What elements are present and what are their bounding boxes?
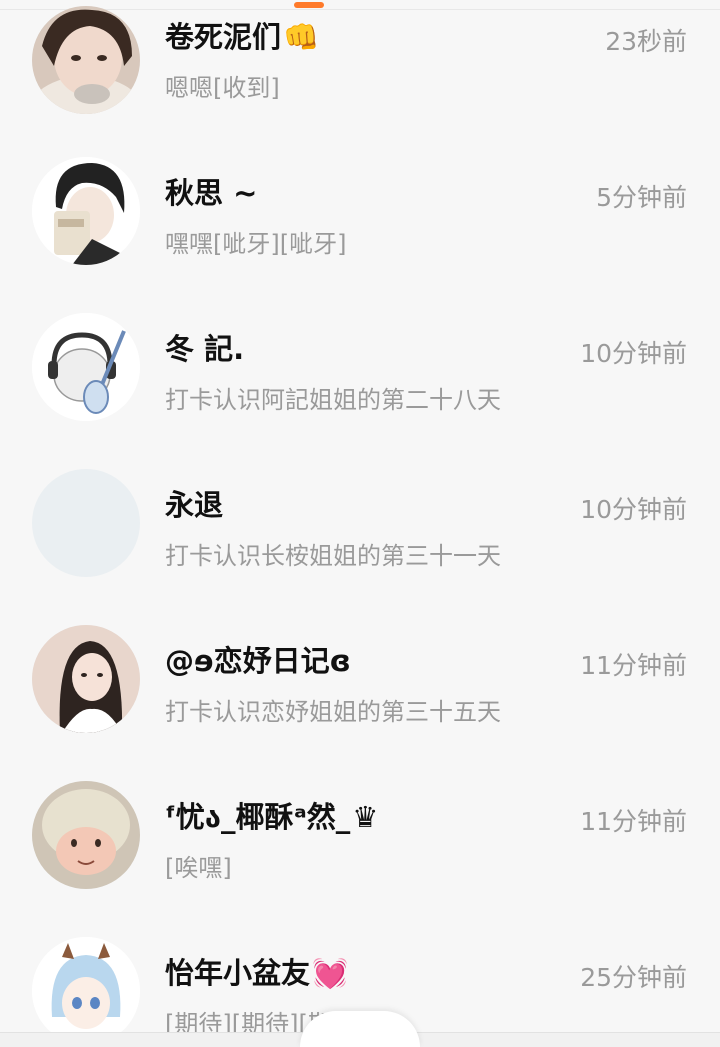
- contact-name: 永退: [165, 488, 224, 522]
- message-list-screen: 卷死泥们👊 23秒前 嗯嗯[收到] 秋思 ~ 5分钟前 嘿嘿[呲牙][呲牙] 冬…: [0, 0, 720, 1047]
- contact-name: 怡年小盆友💓: [165, 956, 349, 990]
- photo-girl-avatar[interactable]: [32, 6, 140, 114]
- message-preview: [唉嘿]: [165, 854, 232, 882]
- message-time: 11分钟前: [580, 807, 687, 836]
- fist-emoji-icon: 👊: [283, 20, 320, 54]
- message-time: 10分钟前: [580, 339, 687, 368]
- message-preview: 打卡认识阿記姐姐的第二十八天: [165, 386, 501, 414]
- message-preview: 打卡认识恋妤姐姐的第三十五天: [165, 698, 501, 726]
- contact-name: @ɘ恋妤日记ɞ: [165, 644, 351, 678]
- message-time: 5分钟前: [596, 183, 687, 212]
- conversation-row[interactable]: @ɘ恋妤日记ɞ 11分钟前 打卡认识恋妤姐姐的第三十五天: [0, 600, 720, 756]
- anime-boy-avatar[interactable]: [32, 157, 140, 265]
- blank-avatar[interactable]: [32, 469, 140, 577]
- conversation-row[interactable]: 永退 10分钟前 打卡认识长桉姐姐的第三十一天: [0, 444, 720, 600]
- contact-name: 卷死泥们👊: [165, 20, 320, 54]
- message-time: 11分钟前: [580, 651, 687, 680]
- contact-name: 秋思 ~: [165, 176, 258, 210]
- contact-name: 冬 記.: [165, 332, 245, 366]
- anime-girl-avatar[interactable]: [32, 937, 140, 1045]
- conversation-row[interactable]: 冬 記. 10分钟前 打卡认识阿記姐姐的第二十八天: [0, 288, 720, 444]
- sheep-guitar-avatar[interactable]: [32, 313, 140, 421]
- contact-name: ᶠ忧ა_椰酥ᵃ然_♛: [165, 800, 379, 834]
- message-preview: 打卡认识长桉姐姐的第三十一天: [165, 542, 501, 570]
- conversation-row[interactable]: ᶠ忧ა_椰酥ᵃ然_♛ 11分钟前 [唉嘿]: [0, 756, 720, 912]
- message-time: 25分钟前: [580, 963, 687, 992]
- crown-icon: ♛: [352, 800, 379, 834]
- message-time: 10分钟前: [580, 495, 687, 524]
- message-preview: 嘿嘿[呲牙][呲牙]: [165, 230, 347, 258]
- heart-emoji-icon: 💓: [312, 956, 349, 990]
- plush-lamb-avatar[interactable]: [32, 781, 140, 889]
- message-preview: 嗯嗯[收到]: [165, 74, 280, 102]
- message-time: 23秒前: [605, 27, 687, 56]
- conversation-row[interactable]: 卷死泥们👊 23秒前 嗯嗯[收到]: [0, 0, 720, 132]
- photo-girl2-avatar[interactable]: [32, 625, 140, 733]
- conversation-row[interactable]: 秋思 ~ 5分钟前 嘿嘿[呲牙][呲牙]: [0, 132, 720, 288]
- center-nav-button[interactable]: [300, 1011, 420, 1047]
